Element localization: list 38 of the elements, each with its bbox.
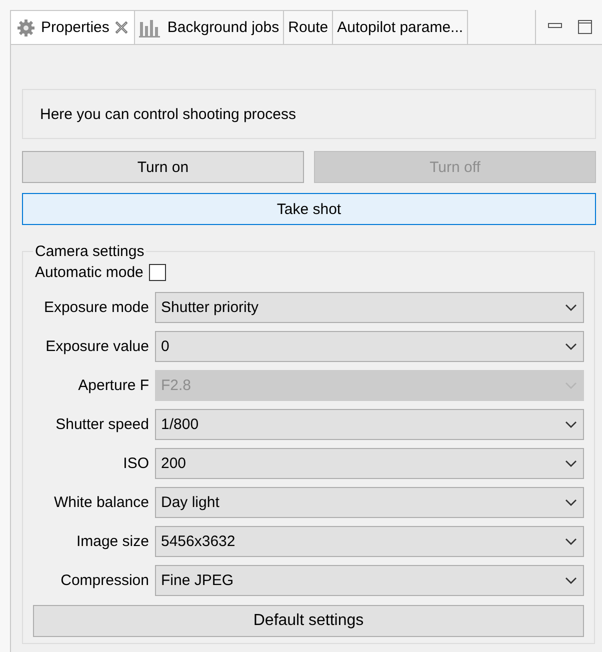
maximize-icon[interactable]: [578, 20, 592, 34]
chevron-icon: [565, 498, 577, 506]
chevron-icon: [565, 304, 577, 312]
info-text: Here you can control shooting process: [40, 106, 296, 122]
chevron-icon: [565, 342, 577, 350]
tab[interactable]: Background jobs: [135, 10, 284, 44]
field-label: Image size: [75, 533, 149, 550]
bar-chart-icon: [139, 18, 162, 38]
tab[interactable]: Autopilot parame...: [333, 10, 468, 44]
field-label: White balance: [52, 494, 149, 511]
dropdown[interactable]: Fine JPEG: [155, 565, 584, 596]
field-label: Exposure value: [44, 338, 149, 355]
minimize-icon[interactable]: [548, 23, 562, 31]
default-settings-button[interactable]: Default settings: [33, 605, 584, 637]
dropdown[interactable]: Day light: [155, 487, 584, 518]
power-button[interactable]: Turn on: [22, 151, 304, 183]
gear-icon: [17, 18, 35, 36]
dropdown[interactable]: 0: [155, 331, 584, 362]
field-label: Aperture F: [77, 377, 149, 394]
dropdown[interactable]: 5456x3632: [155, 526, 584, 557]
tab[interactable]: Route: [284, 10, 334, 44]
checkbox[interactable]: [149, 264, 166, 280]
dropdown[interactable]: Shutter priority: [155, 292, 584, 323]
checkbox-label: Automatic mode: [35, 264, 144, 280]
group-title: Camera settings: [34, 243, 146, 260]
dropdown[interactable]: 1/800: [155, 409, 584, 440]
field-label: ISO: [122, 455, 149, 472]
field-label: Shutter speed: [54, 416, 149, 433]
chevron-icon: [565, 538, 577, 546]
take-shot-button[interactable]: Take shot: [22, 193, 596, 225]
close-icon[interactable]: [115, 21, 128, 34]
chevron-icon: [565, 460, 577, 468]
tab[interactable]: Properties: [10, 10, 136, 44]
dropdown[interactable]: 200: [155, 448, 584, 479]
field-label: Compression: [60, 572, 149, 589]
chevron-icon: [565, 576, 577, 584]
chevron-icon: [565, 420, 577, 428]
field-label: Exposure mode: [42, 299, 149, 316]
